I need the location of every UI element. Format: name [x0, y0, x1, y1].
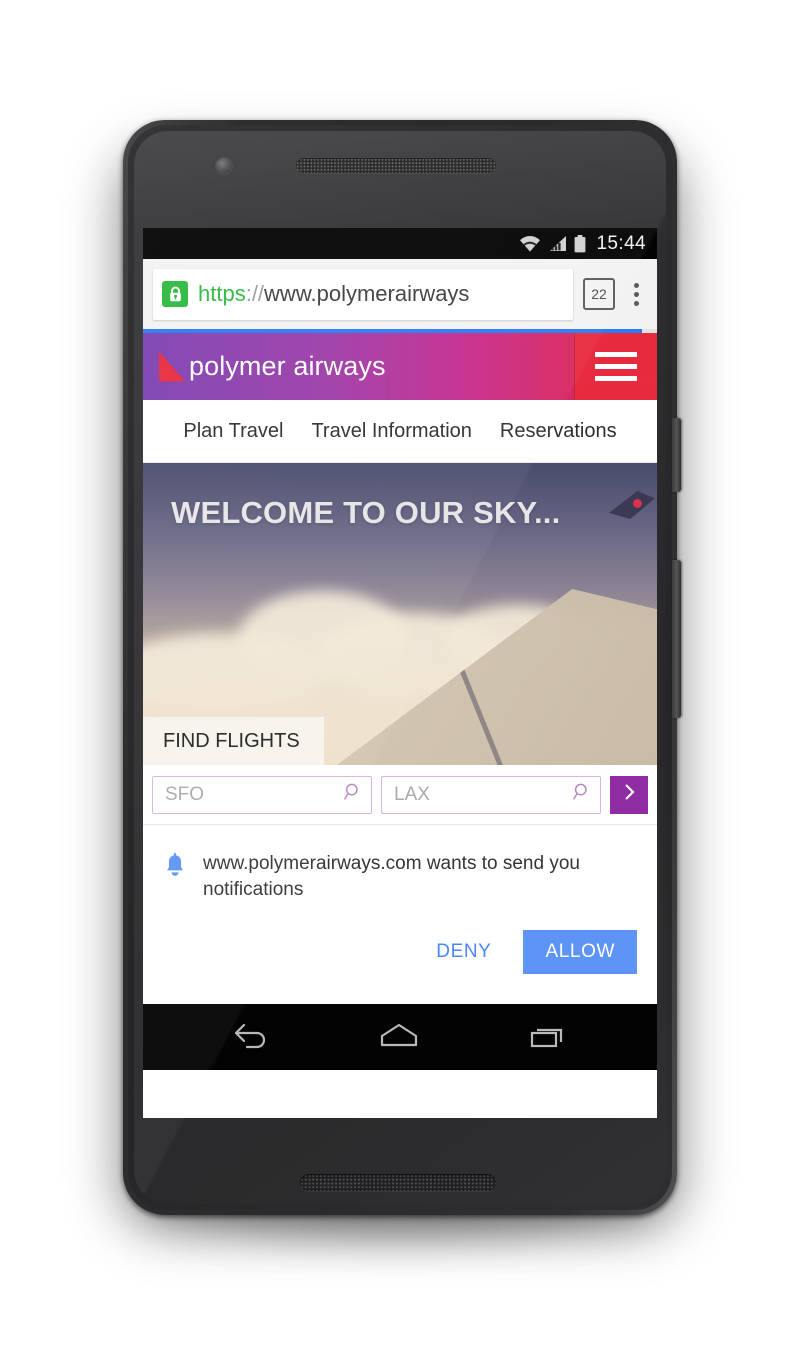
back-icon[interactable]	[227, 1020, 273, 1055]
lock-icon[interactable]	[162, 281, 188, 307]
magnifier-icon[interactable]	[572, 782, 592, 807]
permission-message-row: www.polymerairways.com wants to send you…	[163, 851, 637, 902]
cellular-signal-icon	[548, 235, 567, 252]
brand-name: polymer airways	[189, 351, 386, 381]
find-flights-label: FIND FLIGHTS	[163, 729, 300, 752]
origin-input[interactable]: SFO	[165, 784, 343, 806]
bottom-speaker	[300, 1174, 496, 1191]
allow-button[interactable]: ALLOW	[523, 930, 637, 975]
hero-banner: WELCOME TO OUR SKY... FIND FLIGHTS	[143, 463, 657, 765]
screenshot-stage: 15:44 https://www.polymerairways 22 poly…	[0, 0, 800, 1371]
notification-permission-dialog: www.polymerairways.com wants to send you…	[143, 825, 657, 1004]
winglet	[609, 491, 655, 519]
permission-message: www.polymerairways.com wants to send you…	[203, 853, 580, 900]
battery-icon	[574, 234, 586, 253]
flight-search-row: SFO LAX	[143, 765, 657, 825]
page-load-progress	[143, 329, 657, 333]
magnifier-icon[interactable]	[343, 782, 363, 807]
page-load-progress-fill	[143, 329, 642, 333]
winglet-logo-icon	[633, 499, 642, 508]
home-icon[interactable]	[374, 1020, 424, 1055]
tab-counter-button[interactable]: 22	[583, 278, 615, 310]
find-flights-tab[interactable]: FIND FLIGHTS	[143, 717, 324, 765]
url-text[interactable]: https://www.polymerairways	[198, 281, 469, 307]
url-host: www.polymerairways	[264, 281, 470, 306]
wifi-icon	[519, 235, 541, 252]
origin-field[interactable]: SFO	[152, 775, 372, 814]
url-scheme: https	[198, 281, 246, 306]
nav-item-plan-travel[interactable]: Plan Travel	[183, 420, 283, 443]
nav-item-travel-information[interactable]: Travel Information	[311, 420, 471, 443]
front-camera	[216, 158, 232, 174]
bell-icon	[163, 851, 187, 885]
destination-field[interactable]: LAX	[381, 775, 601, 814]
status-bar: 15:44	[143, 228, 657, 259]
site-nav: Plan Travel Travel Information Reservati…	[143, 400, 657, 463]
brand-link[interactable]: polymer airways	[143, 333, 574, 400]
permission-actions: DENY ALLOW	[163, 930, 637, 975]
hamburger-icon[interactable]	[574, 333, 657, 400]
status-clock: 15:44	[596, 232, 646, 254]
triangle-logo-icon	[159, 351, 185, 382]
search-submit-button[interactable]	[610, 775, 648, 814]
nav-item-reservations[interactable]: Reservations	[500, 420, 617, 443]
browser-toolbar: https://www.polymerairways 22	[143, 259, 657, 329]
power-button[interactable]	[672, 418, 681, 492]
deny-button[interactable]: DENY	[420, 933, 507, 971]
site-header: polymer airways	[143, 333, 657, 400]
hero-title: WELCOME TO OUR SKY...	[171, 495, 561, 530]
kebab-menu-icon[interactable]	[621, 282, 651, 306]
chevron-right-icon	[621, 782, 638, 807]
tab-count-value: 22	[591, 286, 607, 302]
earpiece-speaker	[296, 158, 496, 173]
recents-icon[interactable]	[525, 1020, 573, 1055]
omnibox[interactable]: https://www.polymerairways	[153, 268, 573, 320]
volume-rocker[interactable]	[672, 560, 681, 718]
android-navigation-bar	[143, 1004, 657, 1070]
destination-input[interactable]: LAX	[394, 784, 572, 806]
phone-screen: 15:44 https://www.polymerairways 22 poly…	[143, 228, 657, 1118]
url-separator: ://	[245, 281, 265, 306]
